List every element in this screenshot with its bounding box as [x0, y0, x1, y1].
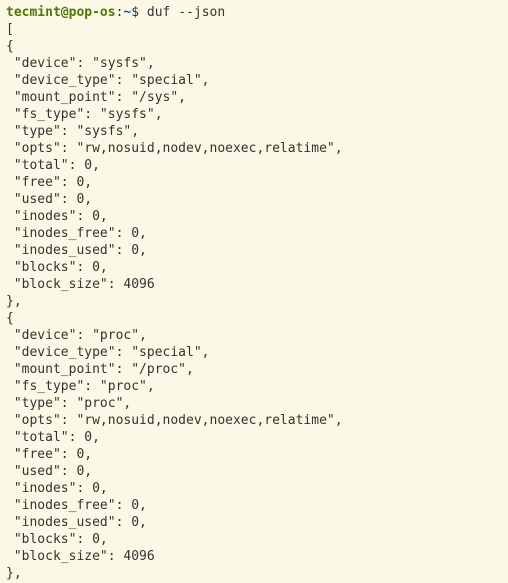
json-line: "inodes": 0, [6, 209, 108, 224]
json-line: "opts": "rw,nosuid,nodev,noexec,relatime… [6, 141, 343, 156]
json-line: "inodes": 0, [6, 481, 108, 496]
terminal-output: tecmint@pop-os:~$ duf --json [ { "device… [0, 0, 508, 583]
json-line: "total": 0, [6, 158, 100, 173]
json-line: "device": "proc", [6, 328, 147, 343]
prompt-host: pop-os [69, 5, 116, 20]
json-line: "used": 0, [6, 464, 92, 479]
json-line: "inodes_used": 0, [6, 515, 147, 530]
json-line: "blocks": 0, [6, 532, 108, 547]
json-line: "block_size": 4096 [6, 549, 155, 564]
prompt-line[interactable]: tecmint@pop-os:~$ duf --json [6, 5, 225, 20]
json-line: "device": "sysfs", [6, 56, 155, 71]
json-line: "used": 0, [6, 192, 92, 207]
json-object-close: }, [6, 294, 22, 309]
prompt-at: @ [61, 5, 69, 20]
json-object-close: }, [6, 566, 22, 581]
json-line: "type": "proc", [6, 396, 131, 411]
prompt-user: tecmint [6, 5, 61, 20]
json-line: "blocks": 0, [6, 260, 108, 275]
json-object-open: { [6, 39, 14, 54]
json-object-open: { [6, 311, 14, 326]
json-line: "fs_type": "sysfs", [6, 107, 163, 122]
json-line: "inodes_used": 0, [6, 243, 147, 258]
json-open-bracket: [ [6, 22, 14, 37]
json-line: "device_type": "special", [6, 73, 210, 88]
json-line: "mount_point": "/proc", [6, 362, 194, 377]
prompt-symbol: $ [131, 5, 147, 20]
json-line: "block_size": 4096 [6, 277, 155, 292]
json-line: "free": 0, [6, 447, 92, 462]
json-line: "total": 0, [6, 430, 100, 445]
json-line: "fs_type": "proc", [6, 379, 155, 394]
command-text: duf --json [147, 5, 225, 20]
json-line: "mount_point": "/sys", [6, 90, 186, 105]
json-line: "inodes_free": 0, [6, 498, 147, 513]
json-line: "device_type": "special", [6, 345, 210, 360]
json-line: "type": "sysfs", [6, 124, 139, 139]
json-line: "free": 0, [6, 175, 92, 190]
json-line: "opts": "rw,nosuid,nodev,noexec,relatime… [6, 413, 343, 428]
json-line: "inodes_free": 0, [6, 226, 147, 241]
